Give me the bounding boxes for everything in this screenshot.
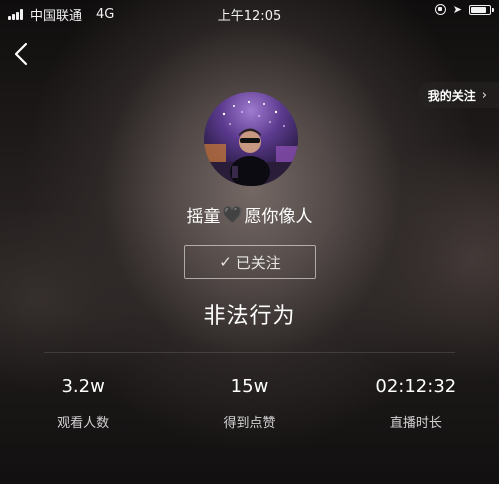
stat-value: 3.2w <box>61 376 105 397</box>
status-bar: 中国联通 4G 上午12:05 ➤ <box>0 0 499 24</box>
followed-label: 已关注 <box>235 253 281 272</box>
avatar-photo <box>204 100 298 186</box>
live-stats: 3.2w 观看人数 15w 得到点赞 02:12:32 直播时长 <box>0 376 499 431</box>
status-time: 上午12:05 <box>217 9 282 24</box>
back-button[interactable] <box>10 40 34 68</box>
stat-viewers: 3.2w 观看人数 <box>0 376 166 431</box>
nickname-part1: 摇童 <box>186 207 221 227</box>
stat-label: 直播时长 <box>389 416 442 431</box>
divider <box>44 352 455 353</box>
live-ended-screen: 中国联通 4G 上午12:05 ➤ 我的关注 › 摇童 🖤 愿你像人 ✓ 已关注… <box>0 0 499 484</box>
chevron-left-icon <box>14 42 28 66</box>
battery-icon <box>469 4 494 15</box>
chevron-right-icon: › <box>481 87 487 103</box>
stat-value: 02:12:32 <box>375 376 457 397</box>
nickname-part2: 愿你像人 <box>244 207 313 227</box>
stat-value: 15w <box>230 376 269 397</box>
nickname: 摇童 🖤 愿你像人 <box>0 202 499 227</box>
avatar[interactable] <box>204 92 298 186</box>
end-reason-text: 非法行为 <box>203 304 296 329</box>
check-icon: ✓ <box>219 253 232 271</box>
location-icon: ➤ <box>452 3 462 16</box>
rotation-lock-icon <box>434 4 446 15</box>
stat-duration: 02:12:32 直播时长 <box>333 376 499 431</box>
my-follows-label: 我的关注 <box>427 88 476 103</box>
stat-label: 得到点赞 <box>223 416 276 431</box>
black-heart-icon: 🖤 <box>222 205 243 224</box>
stat-likes: 15w 得到点赞 <box>166 376 332 431</box>
my-follows-button[interactable]: 我的关注 › <box>417 82 499 108</box>
stat-label: 观看人数 <box>57 416 110 431</box>
status-bar-right: ➤ <box>434 3 494 16</box>
followed-button[interactable]: ✓ 已关注 <box>184 245 316 279</box>
